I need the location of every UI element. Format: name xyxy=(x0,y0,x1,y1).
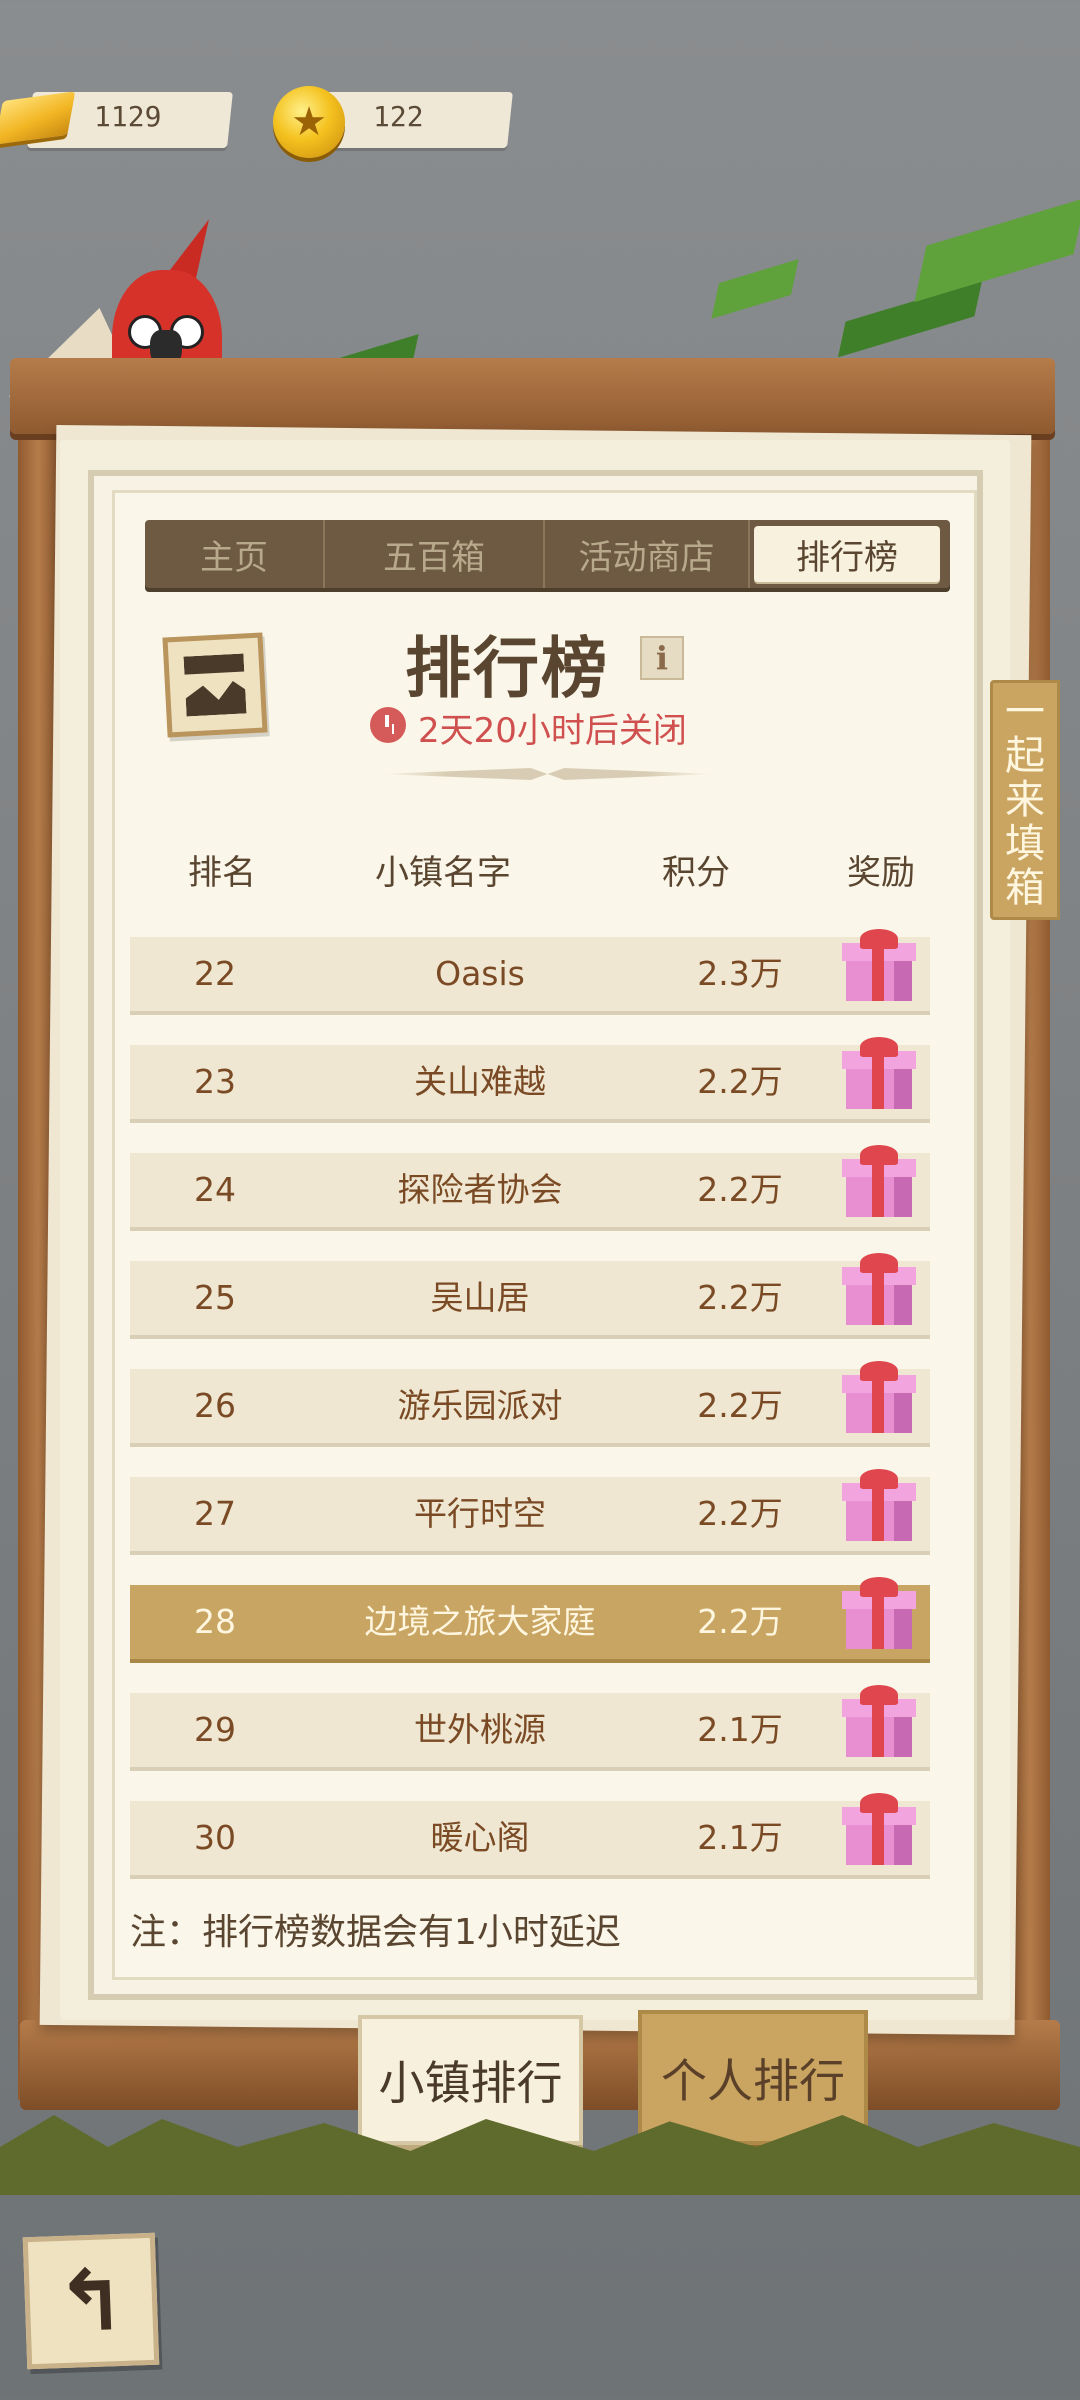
table-row[interactable]: 30 暖心阁 2.1万 xyxy=(130,1793,930,1875)
table-row[interactable]: 22 Oasis 2.3万 xyxy=(130,929,930,1011)
rank-cell: 24 xyxy=(194,1170,236,1209)
page-title: 排行榜 xyxy=(405,630,609,707)
town-name-cell: 暖心阁 xyxy=(430,1818,530,1857)
rank-cell: 30 xyxy=(194,1818,236,1857)
rank-cell: 22 xyxy=(194,954,236,993)
table-row[interactable]: 26 游乐园派对 2.2万 xyxy=(130,1361,930,1443)
back-arrow-icon: ↰ xyxy=(54,2250,128,2352)
town-name-cell: 吴山居 xyxy=(430,1278,530,1317)
delay-note: 注：排行榜数据会有1小时延迟 xyxy=(130,1912,621,1953)
column-header-score: 积分 xyxy=(662,853,730,893)
table-row[interactable]: 27 平行时空 2.2万 xyxy=(130,1469,930,1551)
score-cell: 2.3万 xyxy=(697,954,783,993)
town-name-cell: 边境之旅大家庭 xyxy=(364,1602,596,1641)
rank-cell: 25 xyxy=(194,1278,236,1317)
gift-box-icon[interactable] xyxy=(842,1577,916,1649)
coin-amount: 122 xyxy=(373,100,424,133)
table-row[interactable]: 23 关山难越 2.2万 xyxy=(130,1037,930,1119)
leaf-decoration xyxy=(711,259,799,319)
score-cell: 2.2万 xyxy=(697,1494,783,1533)
back-button[interactable]: ↰ xyxy=(22,2232,160,2370)
gift-box-icon[interactable] xyxy=(842,929,916,1001)
fill-box-together-tab[interactable]: 一 起 来 填 箱 xyxy=(990,680,1060,920)
score-cell: 2.2万 xyxy=(697,1602,783,1641)
star-coin-icon: ★ xyxy=(273,86,345,158)
leaderboard-badge-icon xyxy=(162,632,268,738)
rank-cell: 27 xyxy=(194,1494,236,1533)
town-name-cell: Oasis xyxy=(435,954,525,993)
table-row-own-town[interactable]: 28 边境之旅大家庭 2.2万 xyxy=(130,1577,930,1659)
clock-icon xyxy=(370,707,406,743)
tab-home[interactable]: 主页 xyxy=(145,520,325,588)
gift-box-icon[interactable] xyxy=(842,1145,916,1217)
gift-box-icon[interactable] xyxy=(842,1685,916,1757)
score-cell: 2.1万 xyxy=(697,1818,783,1857)
tab-bar: 主页 五百箱 活动商店 排行榜 xyxy=(145,520,950,588)
rank-cell: 28 xyxy=(194,1602,236,1641)
gift-box-icon[interactable] xyxy=(842,1361,916,1433)
info-button[interactable]: i xyxy=(640,636,684,680)
rank-cell: 29 xyxy=(194,1710,236,1749)
score-cell: 2.2万 xyxy=(697,1062,783,1101)
column-header-reward: 奖励 xyxy=(847,853,915,893)
leaf-decoration xyxy=(914,197,1080,303)
column-header-town-name: 小镇名字 xyxy=(375,853,511,893)
gift-box-icon[interactable] xyxy=(842,1253,916,1325)
rank-cell: 23 xyxy=(194,1062,236,1101)
gift-box-icon[interactable] xyxy=(842,1793,916,1865)
score-cell: 2.2万 xyxy=(697,1386,783,1425)
town-name-cell: 世外桃源 xyxy=(414,1710,546,1749)
town-name-cell: 探险者协会 xyxy=(397,1170,563,1209)
wood-frame-top xyxy=(10,358,1055,434)
column-header-rank: 排名 xyxy=(188,853,256,893)
rank-cell: 26 xyxy=(194,1386,236,1425)
countdown-text: 2天20小时后关闭 xyxy=(418,711,687,751)
table-row[interactable]: 24 探险者协会 2.2万 xyxy=(130,1145,930,1227)
score-cell: 2.2万 xyxy=(697,1170,783,1209)
gift-box-icon[interactable] xyxy=(842,1469,916,1541)
table-row[interactable]: 29 世外桃源 2.1万 xyxy=(130,1685,930,1767)
town-name-cell: 关山难越 xyxy=(414,1062,546,1101)
town-name-cell: 平行时空 xyxy=(414,1494,546,1533)
tab-event-shop[interactable]: 活动商店 xyxy=(545,520,750,588)
town-name-cell: 游乐园派对 xyxy=(397,1386,563,1425)
score-cell: 2.1万 xyxy=(697,1710,783,1749)
tab-leaderboard[interactable]: 排行榜 xyxy=(754,526,940,582)
tab-five-hundred-boxes[interactable]: 五百箱 xyxy=(325,520,545,588)
town-rank-button[interactable]: 小镇排行 xyxy=(358,2015,583,2145)
table-row[interactable]: 25 吴山居 2.2万 xyxy=(130,1253,930,1335)
gold-amount: 1129 xyxy=(94,100,162,133)
gift-box-icon[interactable] xyxy=(842,1037,916,1109)
leaf-decoration xyxy=(837,280,983,358)
score-cell: 2.2万 xyxy=(697,1278,783,1317)
